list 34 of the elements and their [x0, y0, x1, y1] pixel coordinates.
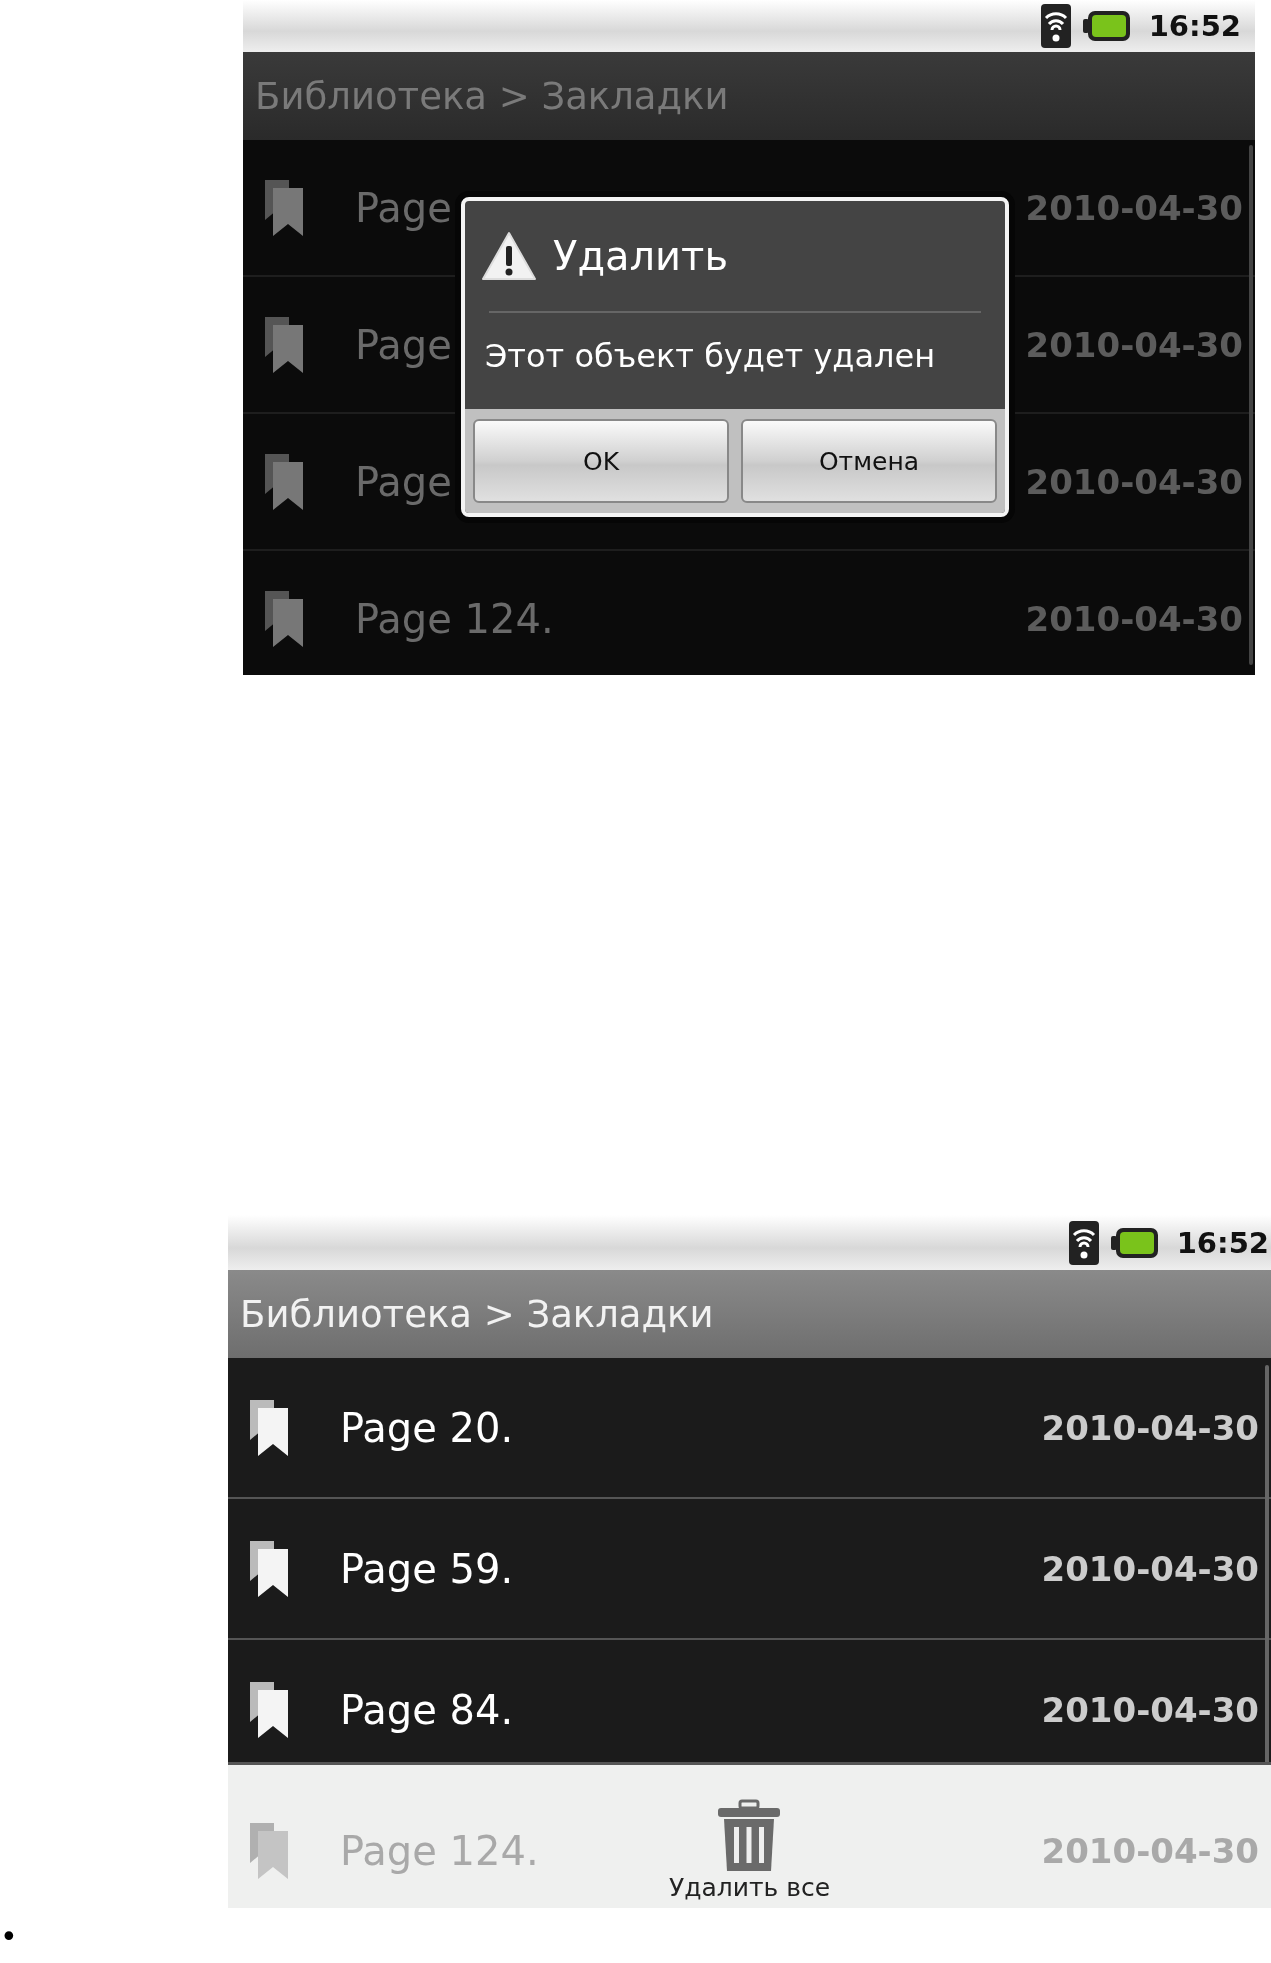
bookmark-icon: [248, 1397, 290, 1458]
battery-icon: [1082, 10, 1131, 42]
bookmark-icon: [263, 451, 305, 512]
bookmark-date: 2010-04-30: [1025, 598, 1243, 639]
battery-icon: [1110, 1226, 1159, 1259]
bookmark-title[interactable]: Page 124.: [355, 595, 1026, 642]
bullet-mark: •: [0, 1922, 19, 1952]
bookmark-icon: [263, 314, 305, 375]
breadcrumb-title: Библиотека > Закладки: [255, 74, 729, 118]
bookmark-icon: [248, 1679, 290, 1740]
cancel-button[interactable]: Отмена: [741, 419, 997, 503]
warning-icon: [481, 231, 537, 281]
bookmark-date: 2010-04-30: [1025, 324, 1243, 365]
ok-button[interactable]: OK: [473, 419, 729, 503]
bookmark-icon: [263, 177, 305, 238]
dialog-title: Удалить: [553, 233, 728, 279]
clock-text: 16:52: [1148, 9, 1241, 43]
bookmark-date: 2010-04-30: [1041, 1548, 1259, 1589]
bookmark-date: 2010-04-30: [1025, 187, 1243, 228]
bookmark-title[interactable]: Page 84.: [340, 1686, 1042, 1733]
signal-icon: [1068, 1220, 1099, 1265]
trash-icon: [716, 1799, 783, 1873]
signal-icon: [1040, 4, 1071, 48]
bookmark-date: 2010-04-30: [1041, 1689, 1259, 1730]
dialog-message: Этот объект будет удален: [484, 336, 937, 377]
breadcrumb-title: Библиотека > Закладки: [240, 1292, 714, 1336]
bookmark-date: 2010-04-30: [1041, 1830, 1259, 1871]
bookmark-icon: [248, 1538, 290, 1599]
clock-text: 16:52: [1176, 1225, 1269, 1260]
bookmark-title[interactable]: Page 59.: [340, 1545, 1042, 1592]
bookmark-title[interactable]: Page 20.: [340, 1404, 1042, 1451]
bookmark-date: 2010-04-30: [1041, 1407, 1259, 1448]
bookmark-date: 2010-04-30: [1025, 461, 1243, 502]
bookmark-icon: [263, 588, 305, 649]
